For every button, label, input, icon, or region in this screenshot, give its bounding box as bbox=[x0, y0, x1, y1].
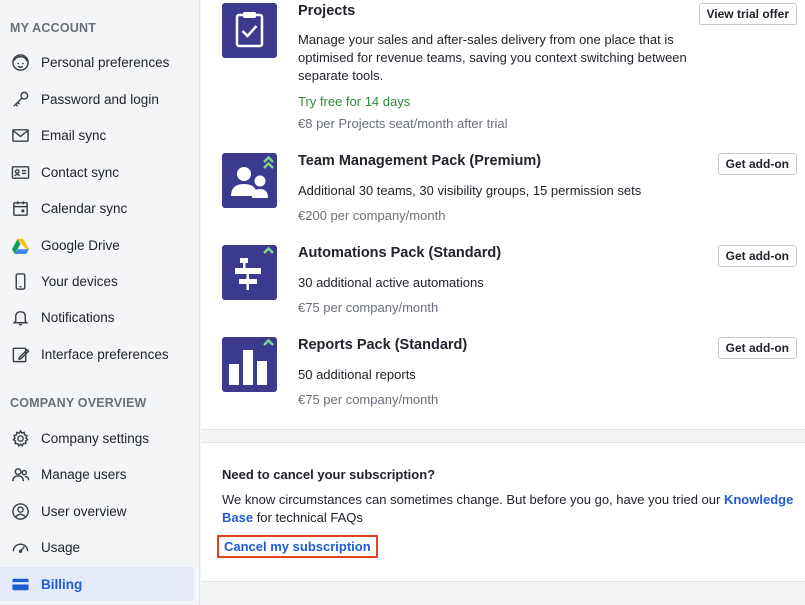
envelope-icon bbox=[10, 125, 30, 145]
addon-price: €75 per company/month bbox=[298, 300, 439, 315]
sidebar-item-label: Notifications bbox=[41, 309, 115, 325]
get-addon-button[interactable]: Get add-on bbox=[717, 337, 797, 359]
edit-icon bbox=[10, 344, 30, 364]
sidebar-item-contact-sync[interactable]: Contact sync bbox=[0, 155, 194, 189]
sidebar-item-your-devices[interactable]: Your devices bbox=[0, 264, 194, 298]
addon-reports-pack: Reports Pack (Standard) 50 additional re… bbox=[222, 337, 797, 417]
sidebar-item-calendar-sync[interactable]: Calendar sync bbox=[0, 191, 194, 225]
sidebar-item-personal-preferences[interactable]: Personal preferences bbox=[0, 45, 194, 79]
addon-projects: Projects Manage your sales and after-sal… bbox=[222, 3, 797, 143]
sidebar-item-label: Billing bbox=[41, 576, 83, 592]
sidebar-item-google-drive[interactable]: Google Drive bbox=[0, 228, 194, 262]
addon-description: Additional 30 teams, 30 visibility group… bbox=[298, 183, 642, 198]
sidebar-item-email-sync[interactable]: Email sync bbox=[0, 118, 194, 152]
key-icon bbox=[10, 89, 30, 109]
gauge-icon bbox=[10, 537, 30, 557]
sidebar-item-label: Company settings bbox=[41, 430, 150, 446]
gear-icon bbox=[10, 428, 30, 448]
sidebar-item-label: Contact sync bbox=[41, 164, 120, 180]
sidebar-item-billing[interactable]: Billing bbox=[0, 567, 194, 601]
face-icon bbox=[10, 52, 30, 72]
cancel-text-before: We know circumstances can sometimes chan… bbox=[222, 492, 724, 507]
addon-title: Team Management Pack (Premium) bbox=[298, 153, 542, 169]
addons-list: Projects Manage your sales and after-sal… bbox=[201, 0, 805, 430]
sidebar-item-label: Calendar sync bbox=[41, 200, 128, 216]
addon-title: Reports Pack (Standard) bbox=[298, 337, 468, 353]
bar-chart-icon bbox=[222, 337, 277, 392]
settings-sidebar: MY ACCOUNT Personal preferences Password… bbox=[0, 0, 200, 605]
addon-price: €8 per Projects seat/month after trial bbox=[298, 116, 508, 131]
get-addon-button[interactable]: Get add-on bbox=[717, 245, 797, 267]
view-trial-offer-button[interactable]: View trial offer bbox=[698, 3, 797, 25]
sidebar-item-interface-preferences[interactable]: Interface preferences bbox=[0, 337, 194, 371]
sidebar-item-label: User overview bbox=[41, 503, 127, 519]
workflow-icon bbox=[222, 245, 277, 300]
addon-title: Automations Pack (Standard) bbox=[298, 245, 502, 261]
clipboard-check-icon bbox=[222, 3, 277, 58]
page-background bbox=[201, 583, 805, 605]
sidebar-item-notifications[interactable]: Notifications bbox=[0, 300, 194, 334]
calendar-icon bbox=[10, 198, 30, 218]
sidebar-item-label: Interface preferences bbox=[41, 346, 169, 362]
addon-automations-pack: Automations Pack (Standard) 30 additiona… bbox=[222, 245, 797, 325]
sidebar-item-company-settings[interactable]: Company settings bbox=[0, 421, 194, 455]
sidebar-item-label: Manage users bbox=[41, 466, 127, 482]
user-circle-icon bbox=[10, 501, 30, 521]
sidebar-item-label: Password and login bbox=[41, 91, 159, 107]
team-icon bbox=[222, 153, 277, 208]
google-drive-icon bbox=[10, 235, 30, 255]
bell-icon bbox=[10, 307, 30, 327]
company-overview-heading: COMPANY OVERVIEW bbox=[10, 396, 147, 410]
cancel-subscription-card: Need to cancel your subscription? We kno… bbox=[201, 442, 805, 582]
sidebar-item-label: Personal preferences bbox=[41, 54, 170, 70]
addon-team-management-pack: Team Management Pack (Premium) Additiona… bbox=[222, 153, 797, 233]
sidebar-item-user-overview[interactable]: User overview bbox=[0, 494, 194, 528]
sidebar-item-label: Usage bbox=[41, 539, 81, 555]
addon-price: €75 per company/month bbox=[298, 392, 439, 407]
cancel-text-after: for technical FAQs bbox=[253, 510, 363, 525]
billing-main: Projects Manage your sales and after-sal… bbox=[201, 0, 805, 605]
addon-price: €200 per company/month bbox=[298, 208, 446, 223]
addon-trial-text: Try free for 14 days bbox=[298, 94, 411, 109]
sidebar-item-usage[interactable]: Usage bbox=[0, 530, 194, 564]
sidebar-item-label: Email sync bbox=[41, 127, 107, 143]
my-account-heading: MY ACCOUNT bbox=[10, 21, 97, 35]
users-icon bbox=[10, 464, 30, 484]
addon-title: Projects bbox=[298, 3, 356, 19]
sidebar-item-label: Google Drive bbox=[41, 237, 120, 253]
phone-icon bbox=[10, 271, 30, 291]
sidebar-item-password-and-login[interactable]: Password and login bbox=[0, 82, 194, 116]
addon-description: 30 additional active automations bbox=[298, 275, 484, 290]
contact-card-icon bbox=[10, 162, 30, 182]
cancel-subscription-link[interactable]: Cancel my subscription bbox=[217, 535, 378, 558]
cancel-heading: Need to cancel your subscription? bbox=[222, 467, 436, 482]
sidebar-item-manage-users[interactable]: Manage users bbox=[0, 457, 194, 491]
get-addon-button[interactable]: Get add-on bbox=[717, 153, 797, 175]
cancel-description: We know circumstances can sometimes chan… bbox=[222, 491, 797, 527]
card-icon bbox=[10, 574, 30, 594]
addon-description: Manage your sales and after-sales delive… bbox=[298, 32, 687, 83]
sidebar-item-label: Your devices bbox=[41, 273, 118, 289]
addon-description: 50 additional reports bbox=[298, 367, 416, 382]
